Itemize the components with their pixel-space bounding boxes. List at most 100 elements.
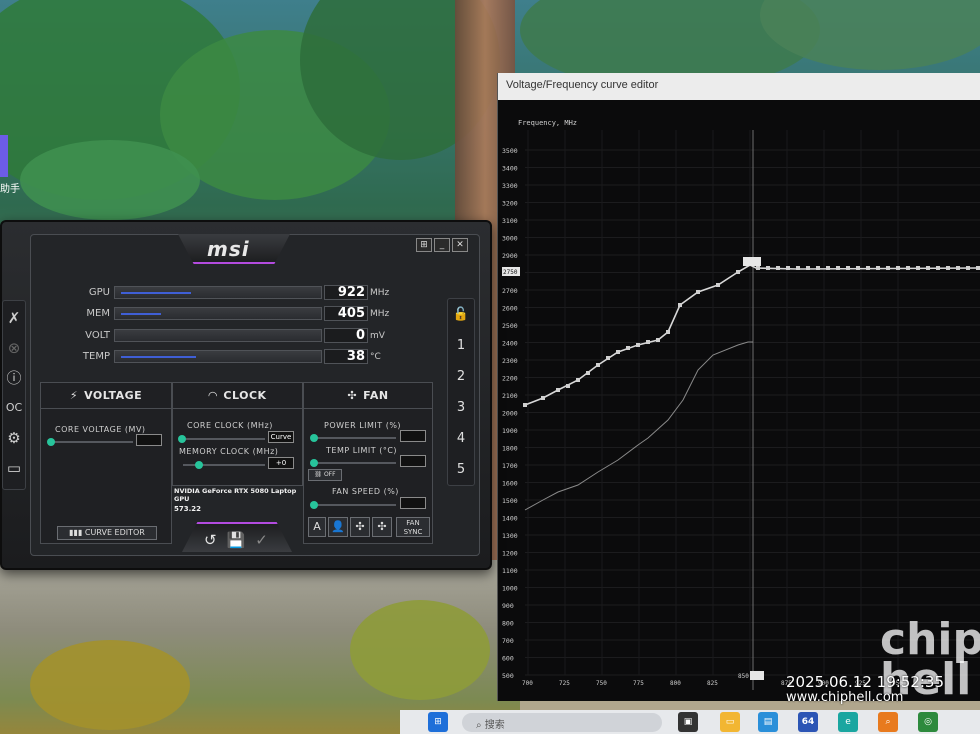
curve-point[interactable] [626,346,630,350]
oc-scanner-icon[interactable]: OC [3,397,25,419]
voltage-title: VOLTAGE [84,389,143,402]
curve-point[interactable] [866,266,870,270]
curve-point[interactable] [596,363,600,367]
curve-point[interactable] [926,266,930,270]
core-voltage-input[interactable] [136,434,162,446]
search-app-icon[interactable]: ⌕ [878,712,898,732]
curve-point[interactable] [956,266,960,270]
close-button[interactable]: ✕ [452,238,468,252]
curve-point[interactable] [836,266,840,270]
memory-clock-value[interactable]: +0 [268,457,294,469]
curve-point[interactable] [826,266,830,270]
curve-point[interactable] [916,266,920,270]
curve-point[interactable] [766,266,770,270]
x-tick-label: 825 [707,680,718,687]
memory-clock-label: MEMORY CLOCK (MHz) [179,447,279,456]
curve-point[interactable] [566,384,570,388]
curve-editor-button[interactable]: ▮▮▮ CURVE EDITOR [57,526,157,540]
aida64-icon[interactable]: 64 [798,712,818,732]
power-limit-slider[interactable] [310,434,318,442]
curve-point[interactable] [636,343,640,347]
save-icon[interactable]: 💾 [227,531,246,549]
side-widget-tab[interactable] [0,135,8,177]
windows-icon[interactable]: ⊞ [416,238,432,252]
lock-icon[interactable]: 🔓 [448,302,474,328]
y-tick-label: 1800 [502,445,518,453]
monitor-icon[interactable]: ▭ [3,457,25,479]
curve-point[interactable] [876,266,880,270]
scanner-icon[interactable]: ⊗ [3,337,25,359]
memory-clock-slider[interactable] [195,461,203,469]
y-tick-label: 3000 [502,235,518,243]
curve-point[interactable] [736,270,740,274]
side-widget-label: 助手 [0,184,20,195]
curve-point[interactable] [646,340,650,344]
task-view-icon[interactable]: ▣ [678,712,698,732]
curve-point[interactable] [786,266,790,270]
curve-point[interactable] [616,350,620,354]
fan-mode-icon[interactable]: ✣ [372,517,392,537]
profile-1[interactable]: 1 [448,333,474,359]
curve-point[interactable] [896,266,900,270]
curve-point[interactable] [976,266,980,270]
kombustor-icon[interactable]: ✗ [3,307,25,329]
curve-point[interactable] [656,338,660,342]
core-clock-value[interactable]: Curve [268,431,294,443]
curve-point[interactable] [776,266,780,270]
profile-3[interactable]: 3 [448,395,474,421]
curve-point[interactable] [756,266,760,270]
curve-point[interactable] [806,266,810,270]
curve-point[interactable] [846,266,850,270]
temp-limit-slider[interactable] [310,459,318,467]
curve-point[interactable] [606,356,610,360]
curve-point[interactable] [523,403,527,407]
selected-point[interactable] [743,257,761,266]
curve-point[interactable] [816,266,820,270]
curve-point[interactable] [696,290,700,294]
curve-point[interactable] [966,266,970,270]
file-explorer-icon[interactable]: ▭ [720,712,740,732]
fan-curve-icon[interactable]: ✣ [350,517,370,537]
curve-point[interactable] [678,303,682,307]
core-voltage-slider[interactable] [47,438,55,446]
app-tray-icon[interactable]: ◎ [918,712,938,732]
mem-label: MEM [86,308,110,319]
curve-point[interactable] [666,330,670,334]
curve-plot[interactable]: Frequency, MHz 3500 3400 3300 3200 3100 3000 2… [498,100,980,701]
curve-chart[interactable]: Frequency, MHz 3500 3400 3300 3200 3100 3000 2… [498,100,980,701]
auto-fan-button[interactable]: A [308,517,326,537]
minimize-button[interactable]: _ [434,238,450,252]
fan-sync-button[interactable]: FAN SYNC [396,517,430,537]
curve-point[interactable] [556,388,560,392]
user-profile-icon[interactable]: 👤 [328,517,348,537]
y-tick-label: 2700 [502,287,518,295]
curve-point[interactable] [716,283,720,287]
taskbar-search[interactable]: ⌕ 搜索 [462,713,662,732]
fan-speed-slider[interactable] [310,501,318,509]
app-icon[interactable]: ▤ [758,712,778,732]
curve-point[interactable] [576,378,580,382]
curve-point[interactable] [541,396,545,400]
power-limit-input[interactable] [400,430,426,442]
profile-2[interactable]: 2 [448,364,474,390]
fan-speed-input[interactable] [400,497,426,509]
curve-point[interactable] [796,266,800,270]
settings-gear-icon[interactable]: ⚙ [3,427,25,449]
profile-5[interactable]: 5 [448,457,474,483]
curve-point[interactable] [586,371,590,375]
reset-icon[interactable]: ↺ [204,531,217,549]
edge-icon[interactable]: e [838,712,858,732]
curve-point[interactable] [856,266,860,270]
link-toggle[interactable]: ⛓ OFF [308,469,342,481]
temp-limit-input[interactable] [400,455,426,467]
info-icon[interactable]: ⓘ [3,367,25,389]
profile-4[interactable]: 4 [448,426,474,452]
curve-point[interactable] [936,266,940,270]
core-clock-slider[interactable] [178,435,186,443]
apply-check-icon[interactable]: ✓ [255,531,268,549]
curve-point[interactable] [906,266,910,270]
curve-point[interactable] [946,266,950,270]
curve-point[interactable] [886,266,890,270]
start-windows-icon[interactable]: ⊞ [428,712,448,732]
x-tick-label: 725 [559,680,570,687]
